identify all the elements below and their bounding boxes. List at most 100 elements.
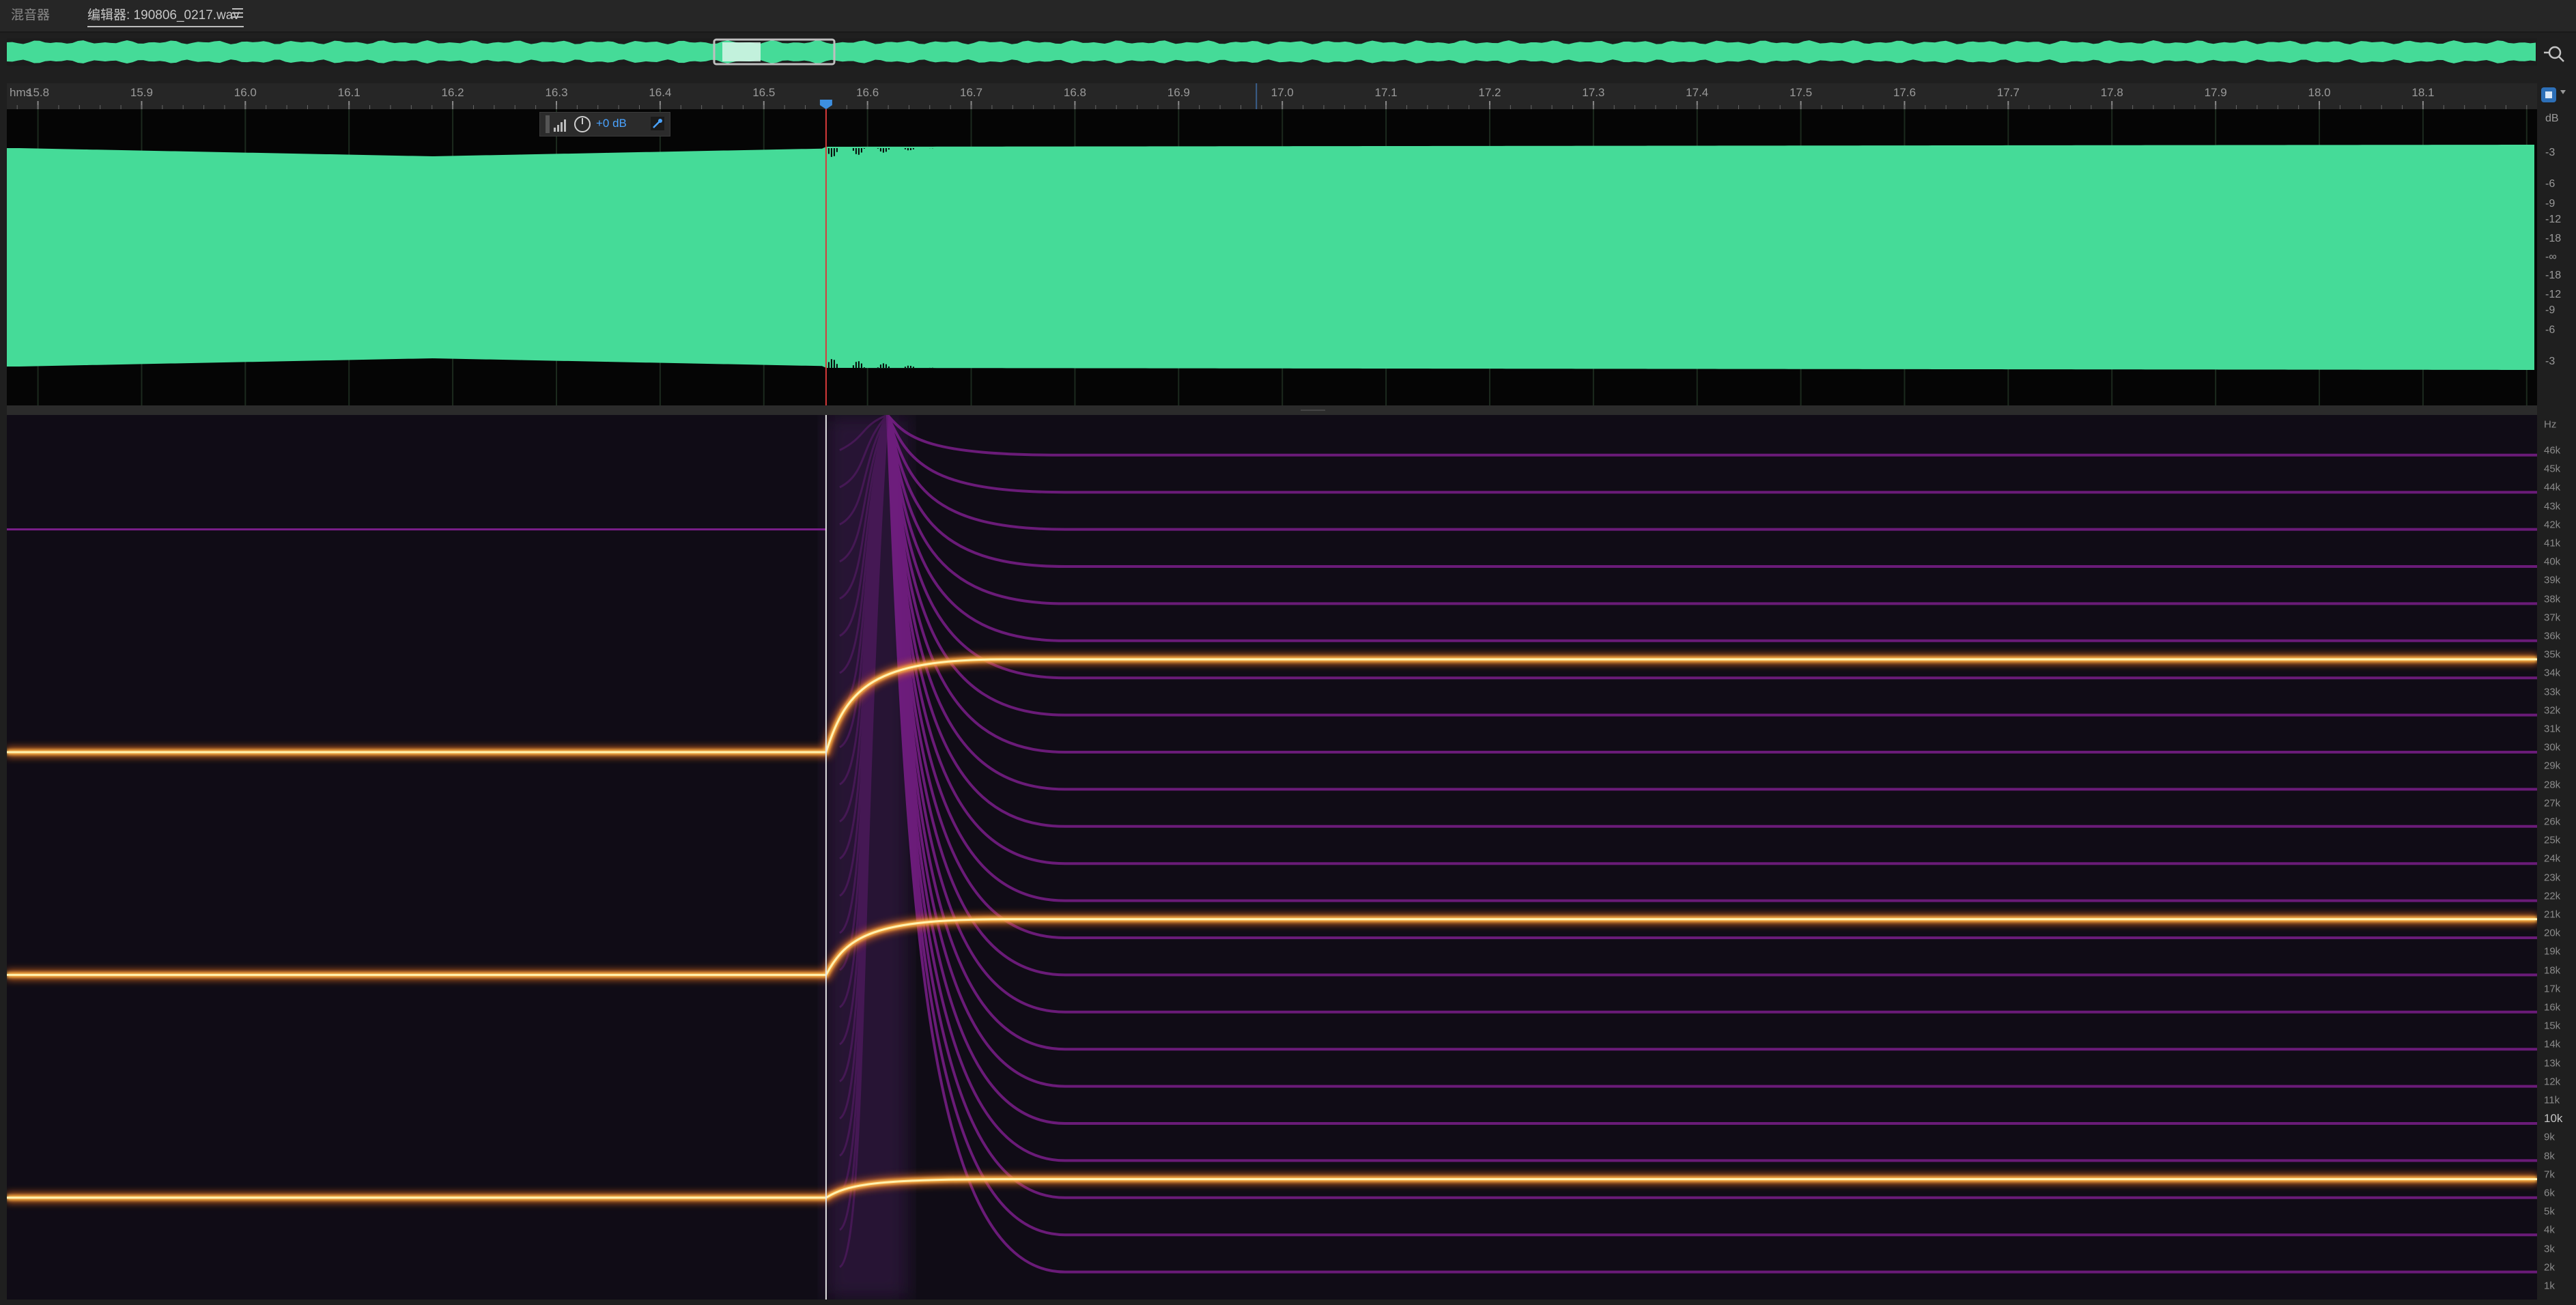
ruler-tick-label: 15.8 — [27, 86, 50, 99]
hz-tick-label: 46k — [2544, 444, 2561, 457]
db-tick-label: -12 — [2545, 289, 2562, 300]
hz-tick-label: 34k — [2544, 667, 2561, 679]
hz-tick-label: 11k — [2544, 1094, 2560, 1106]
db-tick-label: -12 — [2545, 214, 2562, 225]
splitter-grip[interactable] — [1301, 410, 1325, 411]
overview-navigator[interactable] — [7, 38, 2537, 66]
hz-tick-label: 16k — [2544, 1001, 2561, 1014]
hz-tick-label: 42k — [2544, 519, 2561, 531]
db-tick-label: -9 — [2545, 304, 2556, 316]
hz-tick-label: 17k — [2544, 983, 2561, 995]
view-splitter[interactable] — [7, 405, 2537, 415]
hz-tick-label: 35k — [2544, 648, 2561, 661]
ruler-tick-label: 17.7 — [1996, 86, 2020, 99]
db-tick-label: -9 — [2545, 198, 2556, 210]
hz-tick-label: 1k — [2544, 1280, 2555, 1292]
ruler-tick-label: 16.0 — [233, 86, 257, 99]
tab-mixer[interactable]: 混音器 — [11, 5, 50, 26]
hz-tick-label: 2k — [2544, 1261, 2555, 1274]
ruler-controls[interactable] — [2540, 85, 2567, 106]
ruler-tick-label: 17.3 — [1582, 86, 1605, 99]
db-scale[interactable]: dB -3 -6 -9 -12 -18 -∞ -18 -12 -9 -6 -3 — [2537, 109, 2576, 405]
level-meter-icon — [546, 115, 566, 133]
hz-tick-label: 25k — [2544, 834, 2561, 846]
waveform-display[interactable] — [7, 109, 2537, 405]
hz-tick-label: 26k — [2544, 816, 2561, 828]
hz-tick-label: 15k — [2544, 1020, 2561, 1032]
hz-tick-label: 24k — [2544, 852, 2561, 865]
hz-tick-label: 29k — [2544, 760, 2561, 772]
hz-unit-label: Hz — [2544, 418, 2557, 431]
ruler-tick-label: 17.9 — [2204, 86, 2227, 99]
hz-tick-label: 36k — [2544, 630, 2561, 642]
audio-editor-window: 混音器 编辑器: 190806_0217.wav hms 15.8 15.9 16.… — [0, 0, 2576, 1305]
hz-tick-label: 44k — [2544, 481, 2561, 493]
hz-tick-label: 21k — [2544, 908, 2561, 921]
hz-tick-label: 14k — [2544, 1038, 2561, 1050]
hz-tick-label: 3k — [2544, 1243, 2555, 1255]
gain-dial-icon[interactable] — [574, 116, 591, 132]
hz-tick-label: 19k — [2544, 945, 2561, 958]
ruler-tick-label: 16.5 — [752, 86, 776, 99]
hz-tick-label: 43k — [2544, 500, 2561, 513]
db-tick-label: -6 — [2545, 178, 2556, 190]
ruler-tick-label: 18.1 — [2411, 86, 2435, 99]
hz-tick-label: 28k — [2544, 779, 2561, 791]
db-tick-label: -3 — [2545, 147, 2556, 158]
gain-value[interactable]: +0 dB — [596, 117, 627, 130]
ruler-tick-label: 16.3 — [545, 86, 568, 99]
tab-editor[interactable]: 编辑器: 190806_0217.wav — [87, 5, 244, 27]
hz-tick-label: 6k — [2544, 1187, 2555, 1199]
zoom-settings-icon[interactable] — [2543, 41, 2566, 64]
ruler-tick-label: 17.0 — [1271, 86, 1294, 99]
spectrogram-canvas — [7, 415, 2537, 1300]
ruler-tick-label: 18.0 — [2308, 86, 2331, 99]
panel-tab-bar: 混音器 编辑器: 190806_0217.wav — [0, 0, 2576, 33]
hz-tick-label: 23k — [2544, 872, 2561, 884]
hz-tick-label: 38k — [2544, 593, 2561, 605]
hz-tick-label: 37k — [2544, 612, 2561, 624]
heads-up-display[interactable]: +0 dB — [539, 112, 670, 137]
time-ruler[interactable]: hms 15.8 15.9 16.0 16.1 16.2 16.3 16.4 16.5 16.6… — [7, 83, 2537, 109]
db-tick-label: -18 — [2545, 233, 2562, 244]
spectral-frequency-display[interactable] — [7, 415, 2537, 1300]
pin-icon[interactable] — [651, 117, 664, 130]
hz-tick-label: 20k — [2544, 927, 2561, 939]
hz-tick-label: 12k — [2544, 1076, 2561, 1088]
ruler-tick-label: 16.9 — [1167, 86, 1190, 99]
playhead-marker — [819, 100, 832, 109]
hz-tick-label: 13k — [2544, 1057, 2561, 1070]
hz-tick-label: 39k — [2544, 574, 2561, 586]
hz-tick-label: 22k — [2544, 890, 2561, 902]
db-tick-label: -3 — [2545, 356, 2556, 367]
ruler-tick-label: 17.6 — [1893, 86, 1916, 99]
db-unit-label: dB — [2545, 113, 2559, 124]
ruler-tick-label: 15.9 — [130, 86, 153, 99]
waveform-shape — [7, 145, 2534, 370]
frequency-scale[interactable]: Hz 46k 45k 44k 43k 42k 41k 40k 39k 38k 37k 36k 35k 34… — [2537, 415, 2576, 1300]
ruler-tick-label: 16.2 — [441, 86, 464, 99]
hz-tick-label: 31k — [2544, 723, 2561, 735]
ruler-tick-label: 16.7 — [959, 86, 983, 99]
hz-tick-label: 27k — [2544, 797, 2561, 809]
hz-tick-label: 33k — [2544, 686, 2561, 698]
overview-viewport-fill — [722, 42, 761, 61]
hz-tick-label: 41k — [2544, 537, 2561, 549]
db-tick-label: -∞ — [2545, 251, 2557, 263]
hz-tick-label: 7k — [2544, 1168, 2555, 1181]
hz-tick-label: 10k — [2544, 1112, 2563, 1125]
hz-tick-label: 5k — [2544, 1205, 2555, 1218]
hz-tick-label: 8k — [2544, 1150, 2555, 1162]
ruler-tick-label: 17.5 — [1789, 86, 1813, 99]
ruler-tick-label: 17.2 — [1478, 86, 1501, 99]
ruler-tick-label: 16.6 — [856, 86, 879, 99]
db-tick-label: -18 — [2545, 270, 2562, 281]
spectrogram-background — [7, 415, 2537, 1300]
overview-waveform — [7, 38, 2536, 66]
waveform-canvas — [7, 109, 2534, 405]
hamburger-icon[interactable] — [232, 8, 243, 18]
ruler-tick-label: 16.8 — [1063, 86, 1086, 99]
hz-tick-label: 30k — [2544, 741, 2561, 754]
hz-tick-label: 18k — [2544, 964, 2561, 977]
ruler-tick-label: 16.4 — [649, 86, 672, 99]
